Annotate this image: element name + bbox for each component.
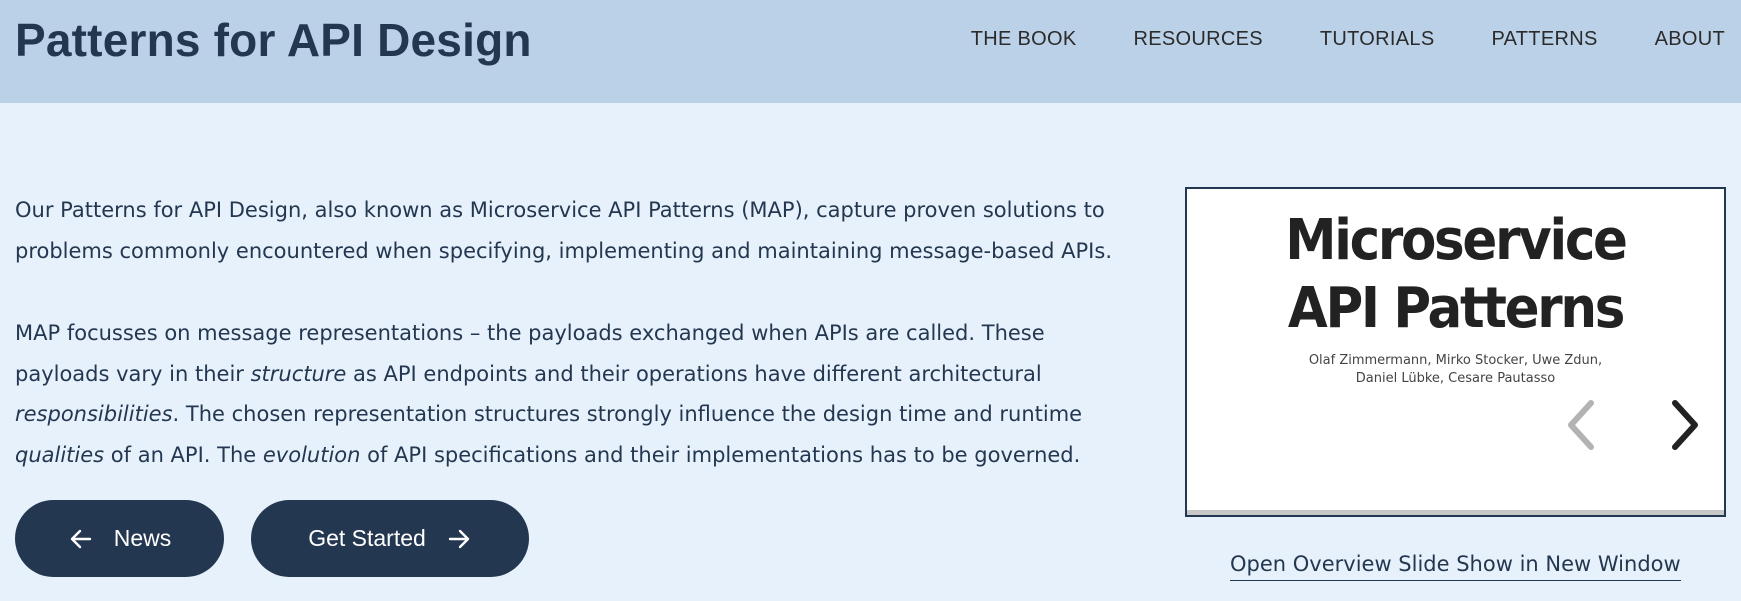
main-nav: THE BOOK RESOURCES TUTORIALS PATTERNS AB… xyxy=(971,27,1725,51)
arrow-left-icon xyxy=(68,526,94,552)
slide-authors-line-2: Daniel Lübke, Cesare Pautasso xyxy=(1355,371,1556,386)
slide-title: Microservice API Patterns xyxy=(1208,207,1702,343)
emphasis-evolution: evolution xyxy=(262,442,361,467)
emphasis-responsibilities: responsibilities xyxy=(15,402,173,426)
nav-item-the-book[interactable]: THE BOOK xyxy=(971,27,1077,51)
arrow-right-icon xyxy=(446,526,472,552)
nav-item-tutorials[interactable]: TUTORIALS xyxy=(1320,27,1435,51)
intro-text-segment: . The chosen representation structures s… xyxy=(172,402,1083,426)
open-overview-slideshow-link[interactable]: Open Overview Slide Show in New Window xyxy=(1230,550,1681,581)
slide-progress-bar xyxy=(1187,510,1724,515)
nav-item-patterns[interactable]: PATTERNS xyxy=(1491,27,1597,51)
intro-text-segment: of API specifications and their implemen… xyxy=(360,442,1081,467)
intro-text-segment: of an API. The xyxy=(104,442,263,467)
slide-title-line-1: Microservice xyxy=(1285,208,1628,273)
nav-item-about[interactable]: ABOUT xyxy=(1655,27,1725,51)
slideshow-frame: Microservice API Patterns Olaf Zimmerman… xyxy=(1185,187,1726,517)
site-header: Patterns for API Design THE BOOK RESOURC… xyxy=(0,0,1741,103)
emphasis-qualities: qualities xyxy=(15,442,105,467)
chevron-right-icon xyxy=(1672,400,1698,450)
intro-paragraph-2: MAP focusses on message representations … xyxy=(15,313,1145,475)
intro-paragraph-1: Our Patterns for API Design, also known … xyxy=(15,198,1112,263)
emphasis-structure: structure xyxy=(250,361,347,386)
slide-authors-line-1: Olaf Zimmermann, Mirko Stocker, Uwe Zdun… xyxy=(1308,353,1603,368)
get-started-button-label: Get Started xyxy=(308,525,426,551)
nav-item-resources[interactable]: RESOURCES xyxy=(1134,27,1263,51)
intro-text: Our Patterns for API Design, also known … xyxy=(15,190,1145,475)
slide-title-line-2: API Patterns xyxy=(1287,276,1626,341)
slide-authors: Olaf Zimmermann, Mirko Stocker, Uwe Zdun… xyxy=(1187,352,1724,388)
slide-prev-button[interactable] xyxy=(1561,395,1601,455)
site-title[interactable]: Patterns for API Design xyxy=(15,10,532,70)
get-started-button[interactable]: Get Started xyxy=(251,500,529,577)
chevron-left-icon xyxy=(1568,400,1594,450)
intro-text-segment: as API endpoints and their operations ha… xyxy=(346,361,1042,386)
news-button[interactable]: News xyxy=(15,500,224,577)
slide-next-button[interactable] xyxy=(1665,395,1705,455)
news-button-label: News xyxy=(113,525,172,551)
